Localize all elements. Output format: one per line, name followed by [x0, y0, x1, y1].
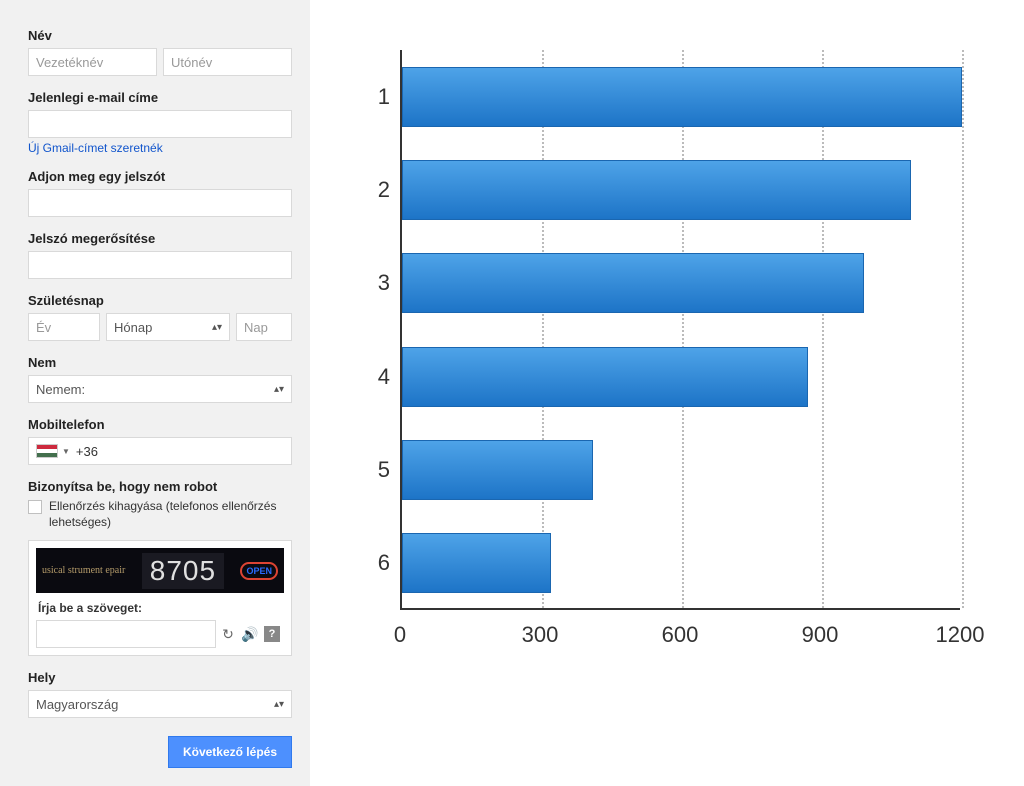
gender-select[interactable]: Nemem: ▴▾	[28, 375, 292, 403]
chevron-updown-icon: ▴▾	[212, 322, 222, 333]
confirm-password-label: Jelszó megerősítése	[28, 231, 292, 246]
chart-y-tick: 1	[360, 84, 390, 110]
refresh-icon[interactable]: ↻	[220, 626, 236, 642]
captcha-input[interactable]	[36, 620, 216, 648]
phone-prefix: +36	[76, 444, 98, 459]
mobile-label: Mobiltelefon	[28, 417, 292, 432]
chevron-updown-icon: ▴▾	[274, 699, 284, 710]
phone-input[interactable]: ▼ +36	[28, 437, 292, 465]
month-select[interactable]: Hónap ▴▾	[106, 313, 230, 341]
chart-gridline	[542, 50, 544, 608]
chart-bar	[402, 67, 962, 127]
chart-x-tick: 600	[662, 622, 699, 648]
chart-bar	[402, 440, 593, 500]
confirm-password-input[interactable]	[28, 251, 292, 279]
captcha-box: usical strument epair 8705 OPEN Írja be …	[28, 540, 292, 656]
birthday-label: Születésnap	[28, 293, 292, 308]
chart-gridline	[822, 50, 824, 608]
captcha-fragment-open: OPEN	[240, 562, 278, 580]
chart-x-tick: 300	[522, 622, 559, 648]
chart-bar	[402, 533, 551, 593]
skip-verification-label: Ellenőrzés kihagyása (telefonos ellenőrz…	[49, 499, 292, 530]
day-input[interactable]	[236, 313, 292, 341]
captcha-image: usical strument epair 8705 OPEN	[36, 548, 284, 593]
chart-x-tick: 900	[802, 622, 839, 648]
location-label: Hely	[28, 670, 292, 685]
chart-bar	[402, 160, 911, 220]
email-input[interactable]	[28, 110, 292, 138]
chart-y-tick: 4	[360, 364, 390, 390]
password-input[interactable]	[28, 189, 292, 217]
chevron-down-icon: ▼	[62, 447, 70, 456]
help-icon[interactable]: ?	[264, 626, 280, 642]
chart-bar	[402, 347, 808, 407]
next-step-button[interactable]: Következő lépés	[168, 736, 292, 768]
name-label: Név	[28, 28, 292, 43]
chevron-updown-icon: ▴▾	[274, 384, 284, 395]
year-input[interactable]	[28, 313, 100, 341]
audio-icon[interactable]: 🔊	[242, 626, 258, 642]
last-name-input[interactable]	[28, 48, 157, 76]
gender-label: Nem	[28, 355, 292, 370]
captcha-input-label: Írja be a szöveget:	[38, 601, 284, 615]
location-select[interactable]: Magyarország ▴▾	[28, 690, 292, 718]
bar-chart: 123456 03006009001200	[360, 50, 960, 650]
chart-x-tick: 0	[394, 622, 406, 648]
email-label: Jelenlegi e-mail címe	[28, 90, 292, 105]
chart-y-tick: 3	[360, 270, 390, 296]
chart-gridline	[962, 50, 964, 608]
chart-x-tick: 1200	[936, 622, 985, 648]
password-label: Adjon meg egy jelszót	[28, 169, 292, 184]
prove-not-robot-label: Bizonyítsa be, hogy nem robot	[28, 479, 292, 494]
chart-y-tick: 6	[360, 550, 390, 576]
chart-gridline	[682, 50, 684, 608]
chart-y-tick: 2	[360, 177, 390, 203]
captcha-number: 8705	[142, 553, 224, 589]
new-gmail-link[interactable]: Új Gmail-címet szeretnék	[28, 141, 163, 155]
skip-verification-checkbox[interactable]	[28, 500, 42, 514]
chart-area: 1 2 3 4 5 6 0 300 600 900 1200	[310, 0, 1024, 786]
chart-y-tick: 5	[360, 457, 390, 483]
location-select-text: Magyarország	[36, 697, 274, 712]
gender-select-text: Nemem:	[36, 382, 274, 397]
flag-hungary-icon	[36, 444, 58, 458]
signup-form: Név Jelenlegi e-mail címe Új Gmail-címet…	[0, 0, 310, 786]
captcha-fragment-left: usical strument epair	[36, 565, 125, 576]
first-name-input[interactable]	[163, 48, 292, 76]
month-select-text: Hónap	[114, 320, 212, 335]
chart-bar	[402, 253, 864, 313]
